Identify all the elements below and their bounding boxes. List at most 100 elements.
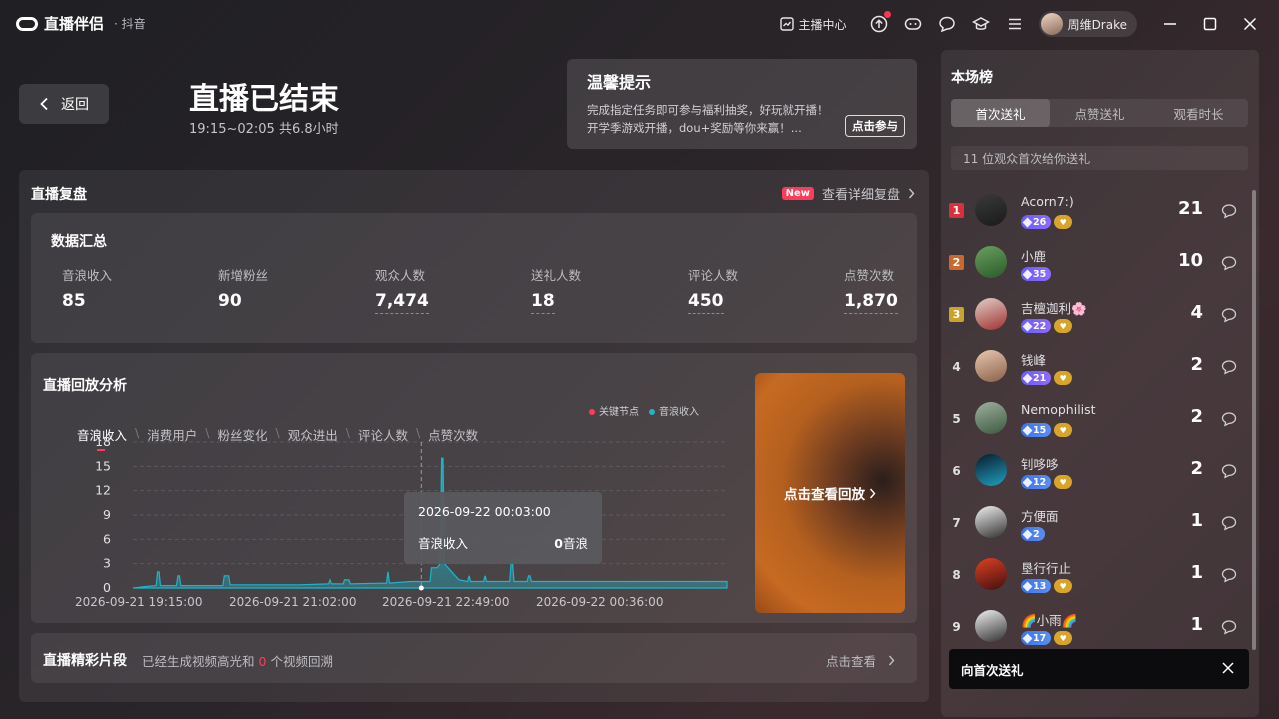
- chat-bubble-icon[interactable]: [1221, 411, 1237, 427]
- anchor-center-label: 主播中心: [798, 17, 847, 32]
- viewer-badges: 2: [1021, 527, 1045, 541]
- viewer-badges: 17 ♥: [1021, 631, 1073, 645]
- rank-number: 5: [952, 411, 961, 426]
- fan-heart-icon: ♥: [1054, 475, 1073, 489]
- rank-row[interactable]: 5 Nemophilist 15 ♥ 2: [941, 394, 1259, 446]
- avatar[interactable]: [975, 506, 1007, 538]
- fan-heart-icon: ♥: [1054, 579, 1073, 593]
- stat-value: 18: [531, 291, 555, 314]
- viewer-name: 垦行行止: [1021, 561, 1072, 576]
- chat-bubble-icon[interactable]: [1221, 515, 1237, 531]
- gem-icon: [1022, 581, 1033, 591]
- stat-likes[interactable]: 点赞次数 1,870: [844, 265, 898, 314]
- highlight-clips-bar: 直播精彩片段 已经生成视频高光和 0 个视频回溯 点击查看: [31, 633, 917, 683]
- y-tick-label: 12: [95, 483, 111, 498]
- rank-row[interactable]: 1 Acorn7:) 26 ♥ 21: [941, 186, 1259, 238]
- tab-watch-time[interactable]: 观看时长: [1149, 99, 1248, 127]
- rank-row[interactable]: 4 钱峰 21 ♥ 2: [941, 342, 1259, 394]
- x-tick-label: 2026-09-22 00:36:00: [536, 595, 663, 609]
- chat-bubble-icon[interactable]: [1221, 619, 1237, 635]
- stat-commenters[interactable]: 评论人数 450: [688, 265, 738, 314]
- rank-row[interactable]: 7 方便面 2 1: [941, 498, 1259, 550]
- stat-gift-income: 音浪收入 85: [62, 265, 112, 311]
- fan-heart-icon: ♥: [1054, 631, 1073, 645]
- chat-bubble-icon[interactable]: [1221, 203, 1237, 219]
- tip-text: 完成指定任务即可参与福利抽奖，好玩就开播！开学季游戏开播，dou+奖励等你来赢！…: [587, 103, 829, 135]
- ranking-list: 1 Acorn7:) 26 ♥ 21 2 小鹿 35 10 3 吉檀迦利🌸 22: [941, 186, 1259, 654]
- user-name: 周维Drake: [1067, 17, 1127, 32]
- chat-bubble-icon[interactable]: [1221, 255, 1237, 271]
- stat-value: 85: [62, 291, 86, 311]
- message-button[interactable]: [937, 14, 957, 34]
- avatar[interactable]: [975, 610, 1007, 642]
- rank-row[interactable]: 6 钊哆哆 12 ♥ 2: [941, 446, 1259, 498]
- rank-row[interactable]: 3 吉檀迦利🌸 22 ♥ 4: [941, 290, 1259, 342]
- summary-title: 数据汇总: [51, 234, 107, 250]
- x-tick-label: 2026-09-21 21:02:00: [229, 595, 356, 609]
- y-tick-label: 18: [95, 434, 111, 449]
- rank-row[interactable]: 8 垦行行止 13 ♥ 1: [941, 550, 1259, 602]
- avatar[interactable]: [975, 454, 1007, 486]
- chat-bubble-icon[interactable]: [1221, 463, 1237, 479]
- avatar[interactable]: [975, 298, 1007, 330]
- chat-bubble-icon[interactable]: [1221, 359, 1237, 375]
- fan-heart-icon: ♥: [1054, 371, 1073, 385]
- close-icon: [1243, 17, 1257, 31]
- tooltip-value: 0: [554, 536, 563, 551]
- chevron-right-icon: [869, 488, 876, 498]
- gift-count: 4: [1190, 302, 1203, 323]
- viewer-name: 小鹿: [1021, 249, 1047, 264]
- chat-bubble-icon[interactable]: [1221, 567, 1237, 583]
- page-title: 直播已结束: [189, 82, 339, 117]
- stat-gifters[interactable]: 送礼人数 18: [531, 265, 581, 314]
- close-icon[interactable]: [1221, 661, 1235, 675]
- gift-count: 10: [1177, 250, 1203, 271]
- gift-count: 2: [1190, 458, 1203, 479]
- cursor-point: [418, 585, 424, 591]
- avatar[interactable]: [975, 402, 1007, 434]
- minimize-button[interactable]: [1159, 13, 1181, 35]
- user-profile-button[interactable]: 周维Drake: [1038, 11, 1137, 37]
- menu-button[interactable]: [1005, 14, 1025, 34]
- gift-count: 1: [1190, 614, 1203, 635]
- title-bar: 直播伴侣 · 抖音 主播中心 周维Drake: [0, 0, 1279, 48]
- view-detail-review-link[interactable]: New 查看详细复盘: [781, 184, 915, 203]
- avatar[interactable]: [975, 246, 1007, 278]
- view-clips-link[interactable]: 点击查看: [826, 651, 895, 670]
- game-button[interactable]: [903, 14, 923, 34]
- anchor-center-button[interactable]: 主播中心: [779, 16, 847, 33]
- tab-first-gift[interactable]: 首次送礼: [951, 99, 1050, 127]
- y-tick-label: 3: [103, 556, 111, 571]
- view-replay-button[interactable]: 点击查看回放: [755, 373, 905, 613]
- join-button[interactable]: 点击参与: [845, 115, 905, 137]
- rank-number: 4: [952, 359, 961, 374]
- rank-number: 2: [949, 255, 964, 270]
- avatar[interactable]: [975, 350, 1007, 382]
- upload-icon: [870, 15, 887, 33]
- y-tick-label: 0: [103, 580, 111, 595]
- tooltip-unit: 音浪: [562, 536, 588, 551]
- stat-viewers[interactable]: 观众人数 7,474: [375, 265, 429, 314]
- viewer-badges: 13 ♥: [1021, 579, 1073, 593]
- close-button[interactable]: [1239, 13, 1261, 35]
- level-badge: 2: [1021, 527, 1045, 541]
- gem-icon: [1022, 269, 1033, 279]
- minimize-icon: [1164, 23, 1176, 25]
- rank-row[interactable]: 2 小鹿 35 10: [941, 238, 1259, 290]
- tab-like-gift[interactable]: 点赞送礼: [1050, 99, 1149, 127]
- chat-bubble-icon[interactable]: [1221, 307, 1237, 323]
- upload-button[interactable]: [869, 11, 891, 34]
- stat-label: 点赞次数: [844, 268, 895, 283]
- avatar[interactable]: [975, 558, 1007, 590]
- gem-icon: [1022, 321, 1033, 331]
- gamepad-icon: [904, 18, 921, 30]
- ranking-scrollbar[interactable]: [1252, 190, 1256, 650]
- stat-label: 音浪收入: [62, 268, 113, 283]
- rank-row[interactable]: 9 🌈小雨🌈 17 ♥ 1: [941, 602, 1259, 654]
- avatar[interactable]: [975, 194, 1007, 226]
- back-button[interactable]: 返回: [19, 84, 109, 124]
- back-label: 返回: [61, 97, 89, 113]
- maximize-button[interactable]: [1199, 13, 1221, 35]
- level-badge: 13: [1021, 579, 1052, 593]
- academy-button[interactable]: [971, 14, 991, 34]
